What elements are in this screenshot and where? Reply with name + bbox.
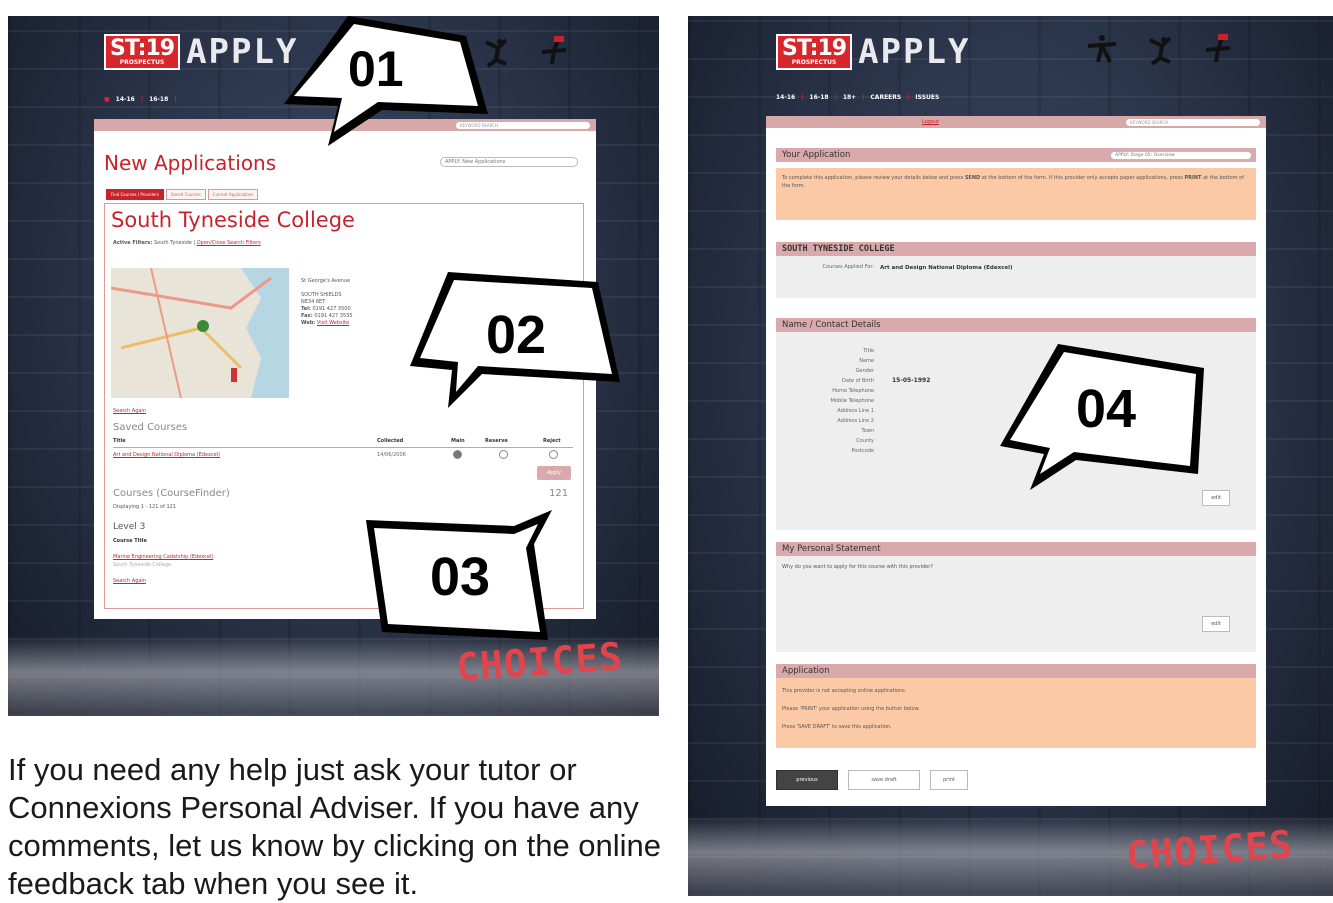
location-map[interactable] xyxy=(111,268,289,398)
nav-item-14-16[interactable]: 14-16 xyxy=(776,94,795,101)
saved-courses-table-header: Title Collected Main Reserve Reject xyxy=(113,438,573,448)
search-filters-link[interactable]: Open/Close Search Filters xyxy=(197,240,261,246)
dob-value: 15-05-1992 xyxy=(892,377,931,384)
level-heading: Level 3 xyxy=(113,522,146,532)
nav-item-16-18[interactable]: 16-18 xyxy=(149,96,168,103)
tab-find-courses[interactable]: Find Courses / Providers xyxy=(106,189,164,200)
callout-04: 04 xyxy=(1076,379,1137,439)
main-nav: 14-16 | 16-18 | 18+ | CAREERS | ISSUES xyxy=(776,94,940,101)
apply-button[interactable]: Apply xyxy=(537,466,571,480)
main-nav: ■ 14-16 | 16-18 | xyxy=(104,96,177,103)
your-application-section: Your Application APPLY: Stage 05: Overvi… xyxy=(776,148,1256,220)
keyword-search-input[interactable]: KEYWORD SEARCH xyxy=(1126,118,1260,126)
coursefinder-heading: Courses (CourseFinder) xyxy=(113,488,230,499)
nav-item-careers[interactable]: CAREERS xyxy=(870,94,901,101)
statement-heading: My Personal Statement xyxy=(776,542,1256,556)
view-select[interactable]: APPLY: New Applications xyxy=(440,157,578,167)
nav-item-18-plus[interactable]: 18+ xyxy=(843,94,856,101)
search-again-link-2[interactable]: Search Again xyxy=(113,578,146,585)
reserve-radio[interactable] xyxy=(499,450,508,459)
save-draft-button[interactable]: save draft xyxy=(848,770,920,790)
table-row: Art and Design National Diploma (Edexcel… xyxy=(113,450,573,461)
statement-section: My Personal Statement Why do you want to… xyxy=(776,542,1256,652)
apply-wordmark: APPLY xyxy=(858,32,971,72)
main-radio[interactable] xyxy=(453,450,462,459)
left-screenshot: ST:19 PROSPECTUS APPLY ■ 14-16 | 16-18 | K… xyxy=(8,16,659,716)
figure-icons xyxy=(1084,32,1236,68)
statement-question: Why do you want to apply for this course… xyxy=(782,564,933,570)
st19-logo-badge: ST:19 PROSPECTUS xyxy=(104,34,181,70)
provider-address: St George's Avenue SOUTH SHIELDS NE34 6E… xyxy=(301,278,353,326)
stage-select[interactable]: APPLY: Stage 05: Overview xyxy=(1110,151,1252,160)
coursefinder-count: 121 xyxy=(549,488,569,499)
instructions-box: To complete this application, please rev… xyxy=(776,168,1256,220)
reject-radio[interactable] xyxy=(549,450,558,459)
courses-applied-label: Courses Applied For: xyxy=(822,264,874,270)
breakdance-figure-icon[interactable] xyxy=(536,34,572,70)
college-name: South Tyneside College xyxy=(111,208,355,232)
nav-item-16-18[interactable]: 16-18 xyxy=(809,94,828,101)
search-again-link[interactable]: Search Again xyxy=(113,408,146,415)
application-heading: Application xyxy=(776,664,1256,678)
college-section: SOUTH TYNESIDE COLLEGE Courses Applied F… xyxy=(776,242,1256,298)
st19-apply-logo[interactable]: ST:19 PROSPECTUS APPLY xyxy=(776,32,970,72)
tab-saved-courses[interactable]: Saved Courses xyxy=(165,189,206,200)
callout-02: 02 xyxy=(486,305,547,365)
login-bar: Logout KEYWORD SEARCH xyxy=(766,116,1266,128)
nav-item-issues[interactable]: ISSUES xyxy=(915,94,939,101)
callout-03: 03 xyxy=(430,547,491,607)
saved-courses-heading: Saved Courses xyxy=(113,422,188,433)
nav-item-14-16[interactable]: 14-16 xyxy=(116,96,135,103)
saved-course-link[interactable]: Art and Design National Diploma (Edexcel… xyxy=(113,452,220,458)
right-screenshot: ST:19 PROSPECTUS APPLY 14-16 | 16-18 | 18+… xyxy=(688,16,1333,896)
logout-link[interactable]: Logout xyxy=(922,119,939,125)
callout-01: 01 xyxy=(348,41,404,97)
skater-figure-icon[interactable] xyxy=(1084,32,1120,68)
breakdance-figure-icon[interactable] xyxy=(1200,32,1236,68)
map-graphic xyxy=(111,268,289,398)
course-link[interactable]: Marine Engineering Cadetship (Edexcel) xyxy=(113,554,213,561)
courses-applied-value: Art and Design National Diploma (Edexcel… xyxy=(880,265,1013,271)
help-caption: If you need any help just ask your tutor… xyxy=(8,752,662,901)
course-college: South Tyneside College xyxy=(113,562,172,568)
contact-heading: Name / Contact Details xyxy=(776,318,1256,332)
college-heading: SOUTH TYNESIDE COLLEGE xyxy=(776,242,1256,256)
kicking-figure-icon[interactable] xyxy=(1142,32,1178,68)
visit-website-link[interactable]: Visit Website xyxy=(317,320,349,326)
edit-contact-button[interactable]: edit xyxy=(1202,490,1230,506)
application-tabs: Find Courses / Providers Saved Courses C… xyxy=(106,189,259,200)
st19-logo-badge: ST:19 PROSPECTUS xyxy=(776,34,853,70)
displaying-text: Displaying 1 - 121 of 121 xyxy=(113,504,177,510)
course-title-label: Course Title xyxy=(113,538,147,544)
page-title: New Applications xyxy=(104,151,277,175)
previous-button[interactable]: previous xyxy=(776,770,838,790)
print-button[interactable]: print xyxy=(930,770,968,790)
active-filters: Active Filters: South Tyneside | Open/Cl… xyxy=(113,240,261,246)
application-section: Application This provider is not accepti… xyxy=(776,664,1256,748)
tab-current-applications[interactable]: Current Applications xyxy=(207,189,259,200)
application-notice: This provider is not accepting online ap… xyxy=(776,678,1256,748)
edit-statement-button[interactable]: edit xyxy=(1202,616,1230,632)
